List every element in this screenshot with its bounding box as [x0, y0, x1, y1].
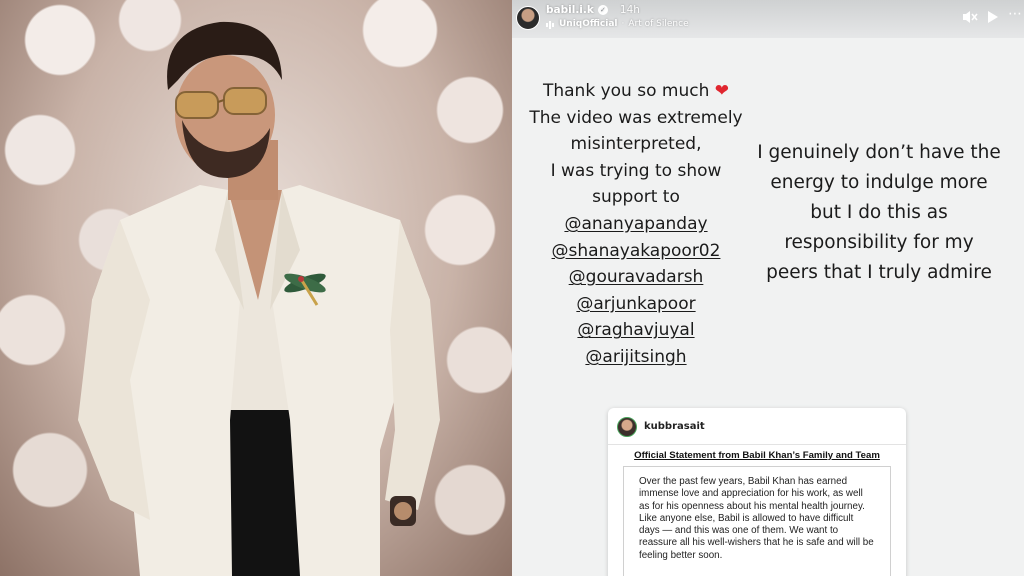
shared-post-card[interactable]: kubbrasait Official Statement from Babil… — [608, 408, 906, 576]
story-header: babil.i.k ✓ 14h UniqOfficial · Art of Si… — [512, 0, 1024, 38]
story-music-row[interactable]: UniqOfficial · Art of Silence — [546, 19, 689, 29]
story-text-line: support to — [592, 187, 680, 208]
music-artist: UniqOfficial — [559, 19, 618, 29]
story-text-line: Thank you so much ❤ — [512, 78, 760, 105]
music-bars-icon — [546, 20, 554, 29]
story-text-line: peers that I truly admire — [766, 262, 992, 283]
mention-link[interactable]: @raghavjuyal — [577, 320, 694, 340]
story-text-line: I genuinely don’t have the — [757, 142, 1001, 163]
music-separator: · — [621, 19, 625, 29]
statement-body: Over the past few years, Babil Khan has … — [623, 466, 891, 576]
verified-badge-icon: ✓ — [597, 5, 608, 15]
story-text-line: responsibility for my — [784, 232, 974, 253]
more-options-icon[interactable]: ⋯ — [1008, 6, 1022, 22]
story-text-line: I was trying to show — [550, 160, 722, 181]
statement-text: Over the past few years, Babil Khan has … — [639, 476, 874, 561]
instagram-story: babil.i.k ✓ 14h UniqOfficial · Art of Si… — [512, 0, 1024, 576]
portrait-photo — [0, 0, 512, 576]
story-text-line: but I do this as — [810, 202, 948, 223]
profile-avatar[interactable] — [516, 6, 540, 30]
mention-link[interactable]: @arijitsingh — [585, 347, 686, 367]
post-author-avatar[interactable] — [617, 417, 637, 437]
heart-icon: ❤ — [714, 81, 729, 101]
mention-link[interactable]: @arjunkapoor — [576, 294, 695, 314]
portrait-illustration — [78, 21, 440, 576]
story-user-row: babil.i.k ✓ 14h — [546, 4, 640, 16]
play-icon[interactable] — [987, 10, 999, 24]
story-text-line: misinterpreted, — [570, 134, 702, 155]
thanks-text: Thank you so much — [542, 81, 710, 101]
mention-link[interactable]: @shanayakapoor02 — [552, 241, 721, 261]
story-username[interactable]: babil.i.k — [546, 4, 594, 16]
story-text-left: Thank you so much ❤ The video was extrem… — [512, 78, 760, 371]
music-track: Art of Silence — [628, 19, 689, 29]
statement-title: Official Statement from Babil Khan’s Fam… — [634, 450, 880, 461]
post-author-username[interactable]: kubbrasait — [644, 421, 705, 432]
story-text-right: I genuinely don’t have the energy to ind… — [738, 138, 1020, 288]
story-timestamp: 14h — [619, 4, 640, 16]
mention-link[interactable]: @gouravadarsh — [569, 267, 704, 287]
card-divider — [608, 444, 906, 445]
mention-link[interactable]: @ananyapanday — [564, 214, 707, 234]
speaker-muted-icon[interactable] — [962, 10, 978, 24]
story-text-line: The video was extremely — [529, 107, 743, 128]
story-text-line: energy to indulge more — [770, 172, 988, 193]
